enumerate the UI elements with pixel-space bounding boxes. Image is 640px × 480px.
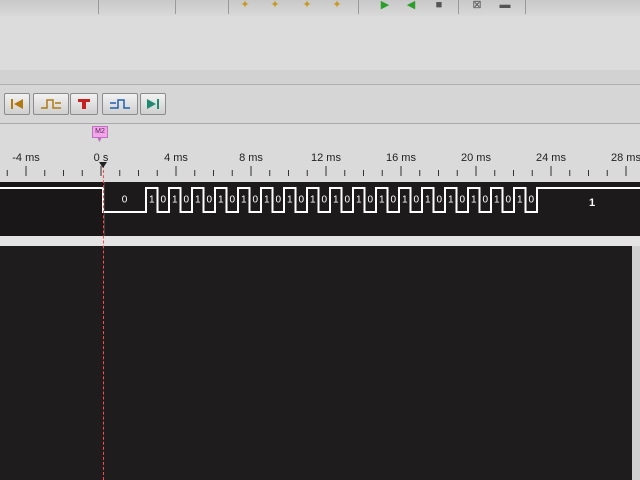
signal-bit-value: 0 bbox=[252, 194, 259, 206]
signal-bit-value: 0 bbox=[183, 194, 190, 206]
jump-end-icon bbox=[147, 99, 159, 109]
signal-bit-value: 1 bbox=[240, 194, 247, 206]
signal-waveform bbox=[0, 187, 640, 213]
run-icon[interactable]: ▶ bbox=[378, 0, 392, 11]
time-tick-label: 12 ms bbox=[311, 152, 341, 164]
jump-end-button[interactable] bbox=[140, 93, 166, 115]
signal-bit-value: 0 bbox=[206, 194, 213, 206]
signal-bit-value: 1 bbox=[194, 194, 201, 206]
time-tick-label: 24 ms bbox=[536, 152, 566, 164]
tool-icon[interactable]: ✦ bbox=[268, 0, 282, 11]
signal-bit-value: 1 bbox=[355, 194, 362, 206]
marker-arrow-icon: ▼ bbox=[96, 137, 103, 144]
time-tick-label: 4 ms bbox=[164, 152, 188, 164]
signal-bit-value: 0 bbox=[528, 194, 535, 206]
signal-bit-value: 1 bbox=[332, 194, 339, 206]
waveform-empty-area[interactable] bbox=[0, 246, 640, 480]
top-panel bbox=[0, 16, 640, 71]
zoom-icon[interactable]: ⊠ bbox=[470, 0, 484, 11]
back-icon[interactable]: ◀ bbox=[404, 0, 418, 11]
time-tick-label: 16 ms bbox=[386, 152, 416, 164]
next-edge-icon bbox=[110, 99, 130, 109]
window-icon[interactable]: ▬ bbox=[498, 0, 512, 11]
previous-edge-button[interactable] bbox=[33, 93, 69, 115]
toolbar-separator bbox=[358, 0, 359, 14]
signal-bit-value: 0 bbox=[436, 194, 443, 206]
signal-bit-value: 0 bbox=[482, 194, 489, 206]
signal-bit-value: 1 bbox=[171, 194, 178, 206]
signal-bit-value: 0 bbox=[298, 194, 305, 206]
jump-start-button[interactable] bbox=[4, 93, 30, 115]
signal-bit-value: 1 bbox=[470, 194, 477, 206]
time-tick-label: -4 ms bbox=[12, 152, 40, 164]
tool-icon[interactable]: ✦ bbox=[238, 0, 252, 11]
signal-bit-value: 1 bbox=[378, 194, 385, 206]
toolbar-separator bbox=[458, 0, 459, 14]
signal-bit-value: 1 bbox=[447, 194, 454, 206]
tool-icon[interactable]: ✦ bbox=[330, 0, 344, 11]
signal-bit-value: 1 bbox=[217, 194, 224, 206]
signal-bit-value: 0 bbox=[344, 194, 351, 206]
time-tick-label: 8 ms bbox=[239, 152, 263, 164]
signal-bit-value: 0 bbox=[160, 194, 167, 206]
toolbar-separator bbox=[175, 0, 176, 14]
signal-bit-value: 0 bbox=[390, 194, 397, 206]
trigger-button[interactable] bbox=[70, 93, 98, 115]
time-tick-label: 20 ms bbox=[461, 152, 491, 164]
stop-icon[interactable]: ■ bbox=[432, 0, 446, 11]
trigger-icon bbox=[78, 99, 90, 109]
signal-final-value: 1 bbox=[588, 197, 596, 209]
next-edge-button[interactable] bbox=[102, 93, 138, 115]
toolbar-separator bbox=[228, 0, 229, 14]
signal-bit-value: 1 bbox=[493, 194, 500, 206]
signal-bit-value: 1 bbox=[424, 194, 431, 206]
time-ruler[interactable]: M2 ▼ -4 ms 0 s4 ms 8 ms 12 ms 16 ms 20 ms 24 m… bbox=[0, 124, 640, 182]
panel-header bbox=[0, 70, 640, 85]
signal-bit-value: 1 bbox=[309, 194, 316, 206]
signal-bit-value: 0 bbox=[413, 194, 420, 206]
waveform-toolbar bbox=[0, 85, 640, 124]
ruler-ticks bbox=[6, 166, 627, 176]
previous-edge-icon bbox=[41, 99, 61, 109]
signal-bit-value: 0 bbox=[321, 194, 328, 206]
lane-separator bbox=[0, 236, 640, 246]
signal-bit-value: 0 bbox=[275, 194, 282, 206]
signal-trace bbox=[0, 187, 640, 213]
cursor-line[interactable] bbox=[103, 165, 104, 480]
main-toolbar: ✦ ✦ ✦ ✦ ▶ ◀ ■ ⊠ ▬ bbox=[0, 0, 640, 17]
signal-bit-value: 1 bbox=[516, 194, 523, 206]
signal-bit-value: 0 bbox=[505, 194, 512, 206]
toolbar-separator bbox=[525, 0, 526, 14]
time-tick-label: 28 ms bbox=[611, 152, 640, 164]
vertical-scrollbar[interactable] bbox=[632, 246, 640, 480]
jump-start-icon bbox=[11, 99, 23, 109]
signal-bit-value: 1 bbox=[286, 194, 293, 206]
cursor-head-icon[interactable] bbox=[99, 162, 107, 168]
signal-bit-value: 1 bbox=[401, 194, 408, 206]
signal-bit-value: 0 bbox=[459, 194, 466, 206]
toolbar-separator bbox=[98, 0, 99, 14]
signal-bit-value: 1 bbox=[148, 194, 155, 206]
signal-bit-value: 0 bbox=[367, 194, 374, 206]
signal-bit-value: 0 bbox=[229, 194, 236, 206]
signal-bit-value: 1 bbox=[263, 194, 270, 206]
signal-initial-value: 0 bbox=[121, 194, 128, 206]
tool-icon[interactable]: ✦ bbox=[300, 0, 314, 11]
